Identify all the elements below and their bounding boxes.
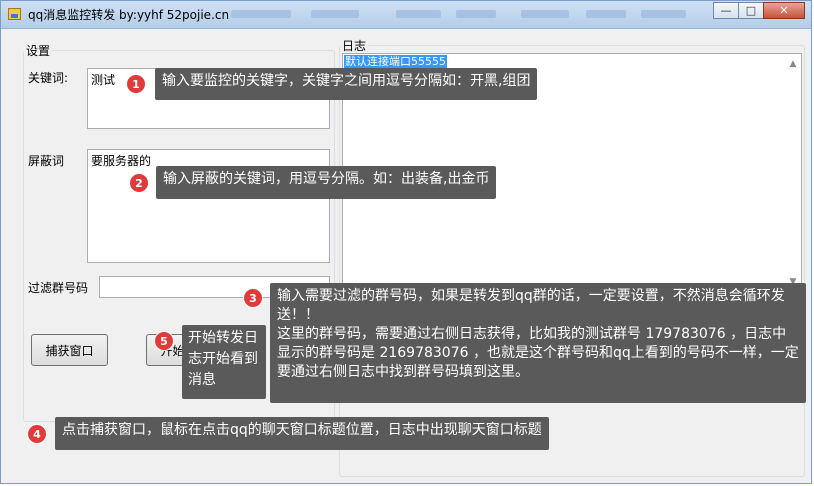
blurred-title-area: [521, 10, 569, 18]
blurred-title-area: [311, 10, 359, 18]
blurred-title-area: [586, 10, 626, 18]
minimize-button[interactable]: —: [713, 2, 739, 19]
annotation-badge-3: 3: [243, 288, 263, 308]
settings-legend: 设置: [26, 44, 51, 58]
log-line: 默认连接端口55555: [344, 55, 447, 68]
blurred-title-area: [396, 10, 441, 18]
annotation-3: 输入需要过滤的群号码，如果是转发到qq群的话，一定要设置，不然消息会循环发送！！…: [270, 283, 806, 403]
app-window: qq消息监控转发 by:yyhf 52pojie.cn — □ ✕ 设置 关键词…: [0, 0, 812, 484]
annotation-5: 开始转发日志开始看到消息: [182, 325, 266, 399]
minimize-icon: —: [720, 4, 732, 17]
maximize-button[interactable]: □: [738, 2, 764, 19]
window-controls: — □ ✕: [713, 2, 805, 20]
close-icon: ✕: [779, 4, 789, 17]
group-filter-label: 过滤群号码: [28, 281, 89, 295]
annotation-badge-4: 4: [27, 424, 47, 444]
annotation-badge-5: 5: [154, 331, 174, 351]
block-words-label: 屏蔽词: [28, 154, 65, 168]
annotation-badge-2: 2: [129, 173, 149, 193]
blurred-title-area: [641, 10, 686, 18]
window-title: qq消息监控转发 by:yyhf 52pojie.cn: [28, 8, 230, 22]
app-icon: [8, 8, 21, 20]
close-button[interactable]: ✕: [763, 2, 805, 19]
maximize-icon: □: [745, 4, 757, 17]
blurred-title-area: [231, 10, 291, 18]
annotation-4: 点击捕获窗口，鼠标在点击qq的聊天窗口标题位置，日志中出现聊天窗口标题: [55, 417, 549, 450]
capture-window-button[interactable]: 捕获窗口: [31, 334, 108, 366]
title-bar[interactable]: qq消息监控转发 by:yyhf 52pojie.cn — □ ✕: [1, 1, 811, 29]
annotation-badge-1: 1: [126, 74, 146, 94]
log-legend: 日志: [342, 39, 367, 53]
keyword-label: 关键词:: [28, 71, 69, 85]
blurred-title-area: [456, 10, 496, 18]
annotation-1: 输入要监控的关键字，关键字之间用逗号分隔如：开黑,组团: [155, 68, 538, 100]
annotation-2: 输入屏蔽的关键词，用逗号分隔。如：出装备,出金币: [156, 166, 497, 199]
scroll-up-icon[interactable]: ▲: [785, 56, 801, 72]
